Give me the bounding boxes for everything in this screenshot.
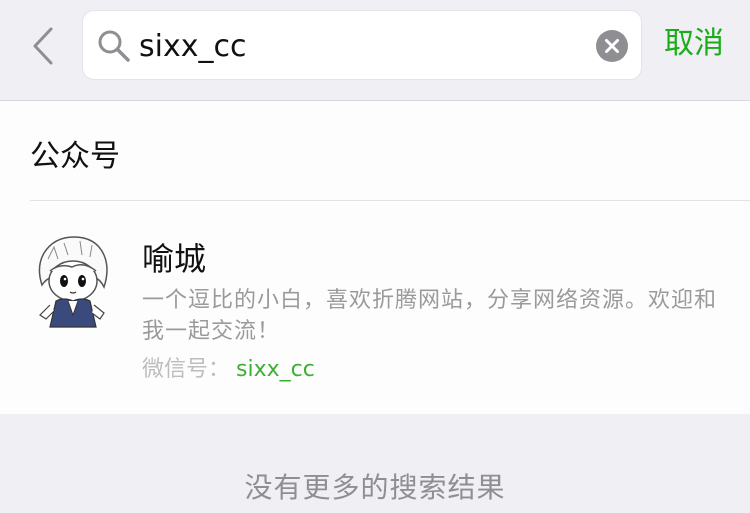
results-panel: 公众号 喻城 一个逗比的小白，喜欢折腾网站，分享网络资源。欢迎和我一起交流！ 微… (0, 101, 750, 414)
result-description: 一个逗比的小白，喜欢折腾网站，分享网络资源。欢迎和我一起交流！ (142, 288, 718, 344)
no-more-results: 没有更多的搜索结果 (244, 471, 506, 504)
section-title: 公众号 (30, 139, 120, 174)
avatar (38, 236, 108, 328)
search-bar[interactable] (82, 10, 642, 80)
clear-icon[interactable] (596, 30, 628, 62)
chevron-left-icon (33, 27, 53, 65)
search-icon (98, 30, 130, 62)
wechat-id-value: sixx_cc (236, 357, 315, 382)
cancel-button[interactable]: 取消 (664, 22, 724, 66)
wechat-id-label: 微信号： (142, 357, 231, 382)
back-button[interactable] (26, 26, 60, 66)
result-name: 喻城 (142, 240, 207, 278)
result-item[interactable]: 喻城 一个逗比的小白，喜欢折腾网站，分享网络资源。欢迎和我一起交流！ 微信号： s… (0, 201, 750, 414)
wechat-id: 微信号： sixx_cc (142, 355, 315, 385)
search-header: 取消 (0, 0, 750, 101)
search-input[interactable] (139, 21, 569, 71)
